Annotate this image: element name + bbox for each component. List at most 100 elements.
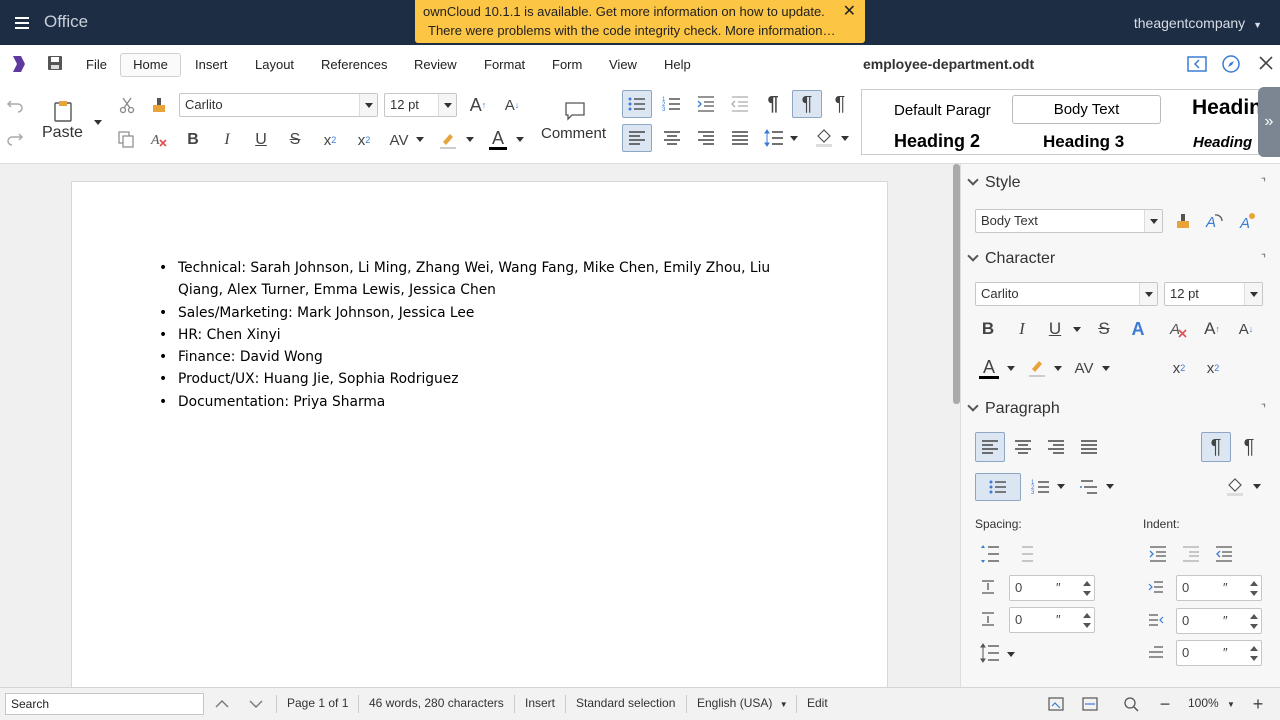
hamburger-menu-icon[interactable]	[12, 12, 34, 34]
numbered-list-icon[interactable]: 123	[658, 90, 686, 118]
ltr-paragraph-icon[interactable]: ¶	[1201, 432, 1231, 462]
style-heading-2[interactable]: Heading 2	[894, 131, 980, 152]
increment-icon[interactable]	[1083, 581, 1091, 586]
sidebar-toggle-icon[interactable]	[1187, 54, 1207, 74]
paste-dropdown-icon[interactable]	[94, 120, 102, 125]
zoom-reset-icon[interactable]	[1121, 694, 1141, 714]
menu-references[interactable]: References	[321, 57, 387, 72]
italic-icon[interactable]: I	[1011, 317, 1033, 341]
save-icon[interactable]	[46, 54, 66, 74]
clone-formatting-icon[interactable]	[148, 94, 170, 116]
rtl-paragraph-icon[interactable]: ¶	[826, 90, 854, 118]
app-name[interactable]: Office	[44, 12, 88, 32]
paragraph-section-header[interactable]: Paragraph	[967, 400, 1060, 418]
sidebar-font-name-select[interactable]: Carlito	[975, 282, 1158, 306]
decrease-paragraph-spacing-icon[interactable]	[1011, 542, 1037, 566]
insert-mode[interactable]: Insert	[525, 696, 555, 710]
highlight-dropdown-icon[interactable]	[1054, 366, 1062, 371]
increase-indent-icon[interactable]	[692, 90, 720, 118]
list-item[interactable]: Product/UX: Huang Jie, Sophia Rodriguez	[159, 368, 818, 391]
menu-help[interactable]: Help	[664, 57, 691, 72]
character-spacing-icon[interactable]: AV	[386, 128, 412, 152]
style-body-text[interactable]: Body Text	[1012, 95, 1161, 124]
decrement-icon[interactable]	[1250, 656, 1258, 661]
menu-review[interactable]: Review	[414, 57, 457, 72]
new-style-icon[interactable]: A	[1235, 209, 1259, 233]
highlight-icon[interactable]	[1025, 355, 1049, 381]
background-color-icon[interactable]	[810, 124, 838, 152]
style-default-paragraph[interactable]: Default Paragr	[894, 102, 991, 119]
font-size-select[interactable]: 12 pt	[384, 93, 457, 117]
increment-icon[interactable]	[1083, 613, 1091, 618]
update-style-icon[interactable]: A	[1203, 209, 1227, 233]
chevron-down-icon[interactable]	[1139, 283, 1157, 305]
chevron-down-icon[interactable]	[1144, 210, 1162, 232]
font-color-dropdown-icon[interactable]	[516, 137, 524, 142]
menu-home[interactable]: Home	[120, 53, 181, 77]
cut-icon[interactable]	[116, 94, 138, 116]
decrease-indent-icon[interactable]	[726, 90, 754, 118]
underline-icon[interactable]: U	[1044, 317, 1066, 341]
search-input[interactable]: Search	[5, 693, 204, 715]
grow-font-icon[interactable]: A ↑	[1200, 317, 1224, 341]
bullet-list-icon[interactable]	[975, 473, 1021, 501]
paragraph-background-icon[interactable]	[1221, 473, 1249, 501]
zoom-in-icon[interactable]: +	[1248, 694, 1268, 714]
search-next-icon[interactable]	[246, 694, 266, 714]
background-color-dropdown-icon[interactable]	[841, 136, 849, 141]
shadow-icon[interactable]: A	[1127, 317, 1149, 341]
paragraph-style-select[interactable]: Body Text	[975, 209, 1163, 233]
fit-width-icon[interactable]	[1080, 694, 1100, 714]
paste-icon[interactable]	[48, 98, 78, 124]
style-heading-4[interactable]: Heading	[1193, 134, 1252, 151]
bullet-list-icon[interactable]	[622, 90, 652, 118]
decrement-icon[interactable]	[1250, 624, 1258, 629]
style-heading-3[interactable]: Heading 3	[1043, 132, 1124, 152]
sidebar-font-size-select[interactable]: 12 pt	[1164, 282, 1263, 306]
navigator-icon[interactable]	[1221, 54, 1241, 74]
clear-formatting-icon[interactable]: A	[1166, 317, 1190, 341]
after-text-indent-input[interactable]: 0 ″	[1176, 608, 1262, 634]
outline-list-dropdown-icon[interactable]	[1106, 484, 1114, 489]
increase-indent-icon[interactable]	[1145, 542, 1171, 566]
decrement-icon[interactable]	[1083, 623, 1091, 628]
align-center-icon[interactable]	[658, 124, 686, 152]
style-section-header[interactable]: Style	[967, 174, 1021, 192]
redo-icon[interactable]	[4, 127, 26, 149]
align-right-icon[interactable]	[1041, 432, 1071, 462]
line-spacing-dropdown-icon[interactable]	[1007, 652, 1015, 657]
superscript-icon[interactable]: x2	[1167, 355, 1191, 381]
chevron-down-icon[interactable]	[1244, 283, 1262, 305]
justify-icon[interactable]	[726, 124, 754, 152]
justify-icon[interactable]	[1074, 432, 1104, 462]
zoom-out-icon[interactable]: −	[1155, 694, 1175, 714]
list-item[interactable]: Documentation: Priya Sharma	[159, 391, 818, 414]
align-right-icon[interactable]	[692, 124, 720, 152]
align-left-icon[interactable]	[975, 432, 1005, 462]
update-notification[interactable]: ownCloud 10.1.1 is available. Get more i…	[415, 0, 865, 43]
document-canvas[interactable]: Technical: Sarah Johnson, Li Ming, Zhang…	[0, 164, 958, 687]
copy-icon[interactable]	[114, 128, 138, 150]
character-section-header[interactable]: Character	[967, 250, 1055, 268]
highlight-dropdown-icon[interactable]	[466, 137, 474, 142]
numbered-list-icon[interactable]: 123	[1027, 473, 1055, 501]
document-page[interactable]: Technical: Sarah Johnson, Li Ming, Zhang…	[71, 181, 888, 687]
notification-line-1[interactable]: ownCloud 10.1.1 is available. Get more i…	[423, 4, 825, 19]
close-icon[interactable]: ✕	[843, 1, 856, 21]
font-color-icon[interactable]: A	[486, 126, 510, 152]
align-center-icon[interactable]	[1008, 432, 1038, 462]
menu-form[interactable]: Form	[552, 57, 582, 72]
list-item[interactable]: Sales/Marketing: Mark Johnson, Jessica L…	[159, 302, 818, 325]
user-name[interactable]: theagentcompany	[1134, 15, 1245, 31]
align-left-icon[interactable]	[622, 124, 652, 152]
strikethrough-icon[interactable]: S	[1093, 317, 1115, 341]
rtl-paragraph-icon[interactable]: ¶	[1234, 432, 1264, 462]
bullet-list[interactable]: Technical: Sarah Johnson, Li Ming, Zhang…	[159, 257, 818, 414]
character-spacing-dropdown-icon[interactable]	[1102, 366, 1110, 371]
italic-icon[interactable]: I	[216, 128, 238, 152]
fill-format-icon[interactable]	[1171, 209, 1195, 233]
shrink-font-icon[interactable]: A ↓	[500, 93, 524, 117]
first-line-indent-input[interactable]: 0 ″	[1176, 640, 1262, 666]
vertical-scrollbar[interactable]	[953, 164, 960, 404]
search-previous-icon[interactable]	[212, 694, 232, 714]
